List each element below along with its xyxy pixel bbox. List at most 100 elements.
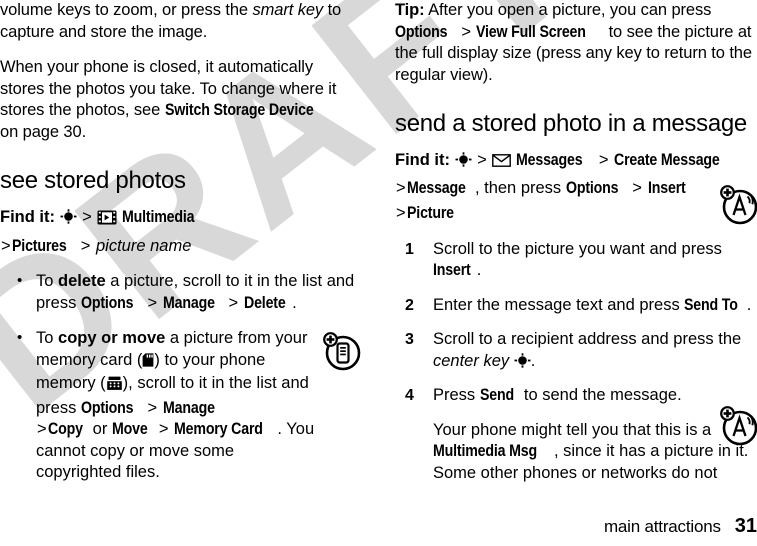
network-alert-circle-icon: [718, 404, 757, 446]
step-number: 1: [405, 240, 414, 258]
manual-page: volume keys to zoom, or press the smart …: [0, 0, 757, 546]
separator-gt: >: [228, 293, 239, 312]
smart-key-italic: smart key: [252, 1, 324, 19]
text-part: to send the message.: [519, 386, 682, 404]
text-part: To: [36, 272, 59, 290]
text-part: .: [476, 261, 482, 279]
ui-label-multimedia-msg: Multimedia Msg: [433, 442, 538, 460]
text-part: , then press: [474, 178, 566, 197]
page-number: 31: [734, 515, 757, 537]
network-alert-circle-icon: [718, 183, 757, 225]
separator-gt: >: [82, 208, 92, 226]
ui-label-pictures: Pictures: [11, 236, 67, 255]
bold-copy-or-move: copy or move: [58, 329, 166, 347]
ui-label-options: Options: [565, 178, 619, 197]
separator-gt: >: [598, 151, 609, 169]
text-part: .: [746, 295, 752, 314]
step-number: 3: [405, 331, 414, 348]
section-heading-see-stored-photos: see stored photos: [0, 167, 186, 194]
ui-label-manage: Manage: [162, 293, 215, 312]
step-number: 2: [405, 296, 414, 314]
ui-label-options: Options: [80, 398, 134, 417]
ui-label-insert: Insert: [433, 261, 471, 279]
ui-label-send-to: Send To: [684, 295, 739, 314]
ui-label-view-full-screen: View Full Screen: [476, 22, 587, 41]
separator-gt: >: [147, 398, 158, 417]
phone-memory-circle-icon: [320, 330, 362, 372]
paragraph-storage: When your phone is closed, it automatica…: [0, 57, 360, 143]
memory-card-icon: [142, 352, 154, 374]
paragraph-continued: volume keys to zoom, or press the smart …: [0, 0, 360, 43]
ui-label-options: Options: [395, 22, 448, 41]
picture-name-italic: picture name: [95, 236, 192, 255]
list-item: 1 Scroll to the picture you want and pres…: [395, 239, 757, 282]
find-it-line-1: Find it: > Messages > Create Message: [395, 150, 757, 174]
bullet-list: To delete a picture, scroll to it in the…: [0, 270, 360, 484]
ui-label-memory-card: Memory Card: [174, 420, 263, 438]
find-it-line-2: >Pictures > picture name: [0, 236, 360, 258]
ui-label-message: Message: [406, 178, 466, 197]
ui-label-insert: Insert: [647, 178, 686, 197]
text-part: or: [88, 420, 112, 438]
text-part: After you open a picture, you can press: [424, 1, 712, 19]
ui-label-messages: Messages: [516, 151, 583, 169]
right-column: Tip: After you open a picture, you can p…: [395, 0, 757, 497]
tip-label: Tip:: [395, 1, 425, 19]
ui-label-options: Options: [80, 293, 134, 312]
page-footer: main attractions 31: [395, 515, 757, 538]
center-key-italic: center key: [433, 351, 510, 370]
center-key-icon: [455, 152, 472, 167]
find-it-label: Find it:: [0, 208, 55, 226]
step-number: 4: [405, 387, 414, 404]
list-item: To copy or move a picture from your memo…: [0, 327, 360, 484]
separator-gt: >: [80, 236, 91, 255]
find-it-line-3: >Picture: [395, 203, 757, 225]
ui-label-delete: Delete: [243, 293, 286, 312]
find-it-line-2: >Message, then press Options > Insert: [395, 178, 757, 200]
footer-chapter-title: main attractions: [603, 517, 721, 536]
separator-gt: >: [158, 420, 169, 438]
ui-label-send: Send: [479, 386, 514, 404]
text-part: Your phone might tell you that this is a: [433, 420, 712, 439]
find-it-line-1: Find it: > Multimedia: [0, 207, 360, 232]
section-heading-send-stored-photo: send a stored photo in a message: [395, 110, 747, 137]
text-part: on page 30.: [0, 122, 87, 141]
paragraph-tip: Tip: After you open a picture, you can p…: [395, 0, 757, 86]
multimedia-film-icon: [97, 210, 117, 232]
list-item: To delete a picture, scroll to it in the…: [0, 270, 360, 314]
phone-memory-icon: [106, 376, 123, 398]
center-key-icon: [60, 209, 77, 224]
step-sub-paragraph: Your phone might tell you that this is a…: [433, 420, 757, 485]
text-part: To: [36, 329, 59, 347]
bold-delete: delete: [58, 272, 106, 290]
ui-label-picture: Picture: [406, 204, 454, 222]
ui-label-move: Move: [111, 420, 148, 438]
find-it-label: Find it:: [395, 151, 450, 169]
text-part: Scroll to a recipient address and press …: [433, 330, 742, 348]
text-part: .: [292, 293, 297, 312]
ui-label-multimedia: Multimedia: [122, 208, 195, 226]
list-item: 3 Scroll to a recipient address and press…: [395, 329, 757, 372]
numbered-steps: 1 Scroll to the picture you want and pres…: [395, 239, 757, 485]
separator-gt: >: [37, 420, 47, 438]
text-part: Enter the message text and press: [433, 295, 685, 314]
separator-gt: >: [147, 293, 158, 312]
envelope-icon: [492, 152, 512, 174]
ui-label-manage: Manage: [162, 398, 215, 417]
separator-gt: >: [396, 178, 406, 197]
ui-label-copy: Copy: [47, 420, 83, 438]
separator-gt: >: [396, 204, 406, 222]
text-part: Scroll to the picture you want and press: [433, 239, 722, 258]
separator-gt: >: [477, 151, 487, 169]
ui-label-create-message: Create Message: [614, 151, 720, 169]
list-item: 4 Press Send to send the message. Your ph…: [395, 385, 757, 484]
text-part: volume keys to zoom, or press the: [0, 1, 253, 19]
list-item: 2 Enter the message text and press Send T…: [395, 295, 757, 317]
separator-gt: >: [461, 22, 471, 41]
text-part: .: [530, 351, 536, 370]
left-column: volume keys to zoom, or press the smart …: [0, 0, 360, 498]
center-key-icon: [514, 352, 531, 368]
separator-gt: >: [632, 178, 642, 197]
ui-label-switch-storage-device: Switch Storage Device: [164, 101, 314, 119]
text-part: Press: [433, 386, 480, 404]
